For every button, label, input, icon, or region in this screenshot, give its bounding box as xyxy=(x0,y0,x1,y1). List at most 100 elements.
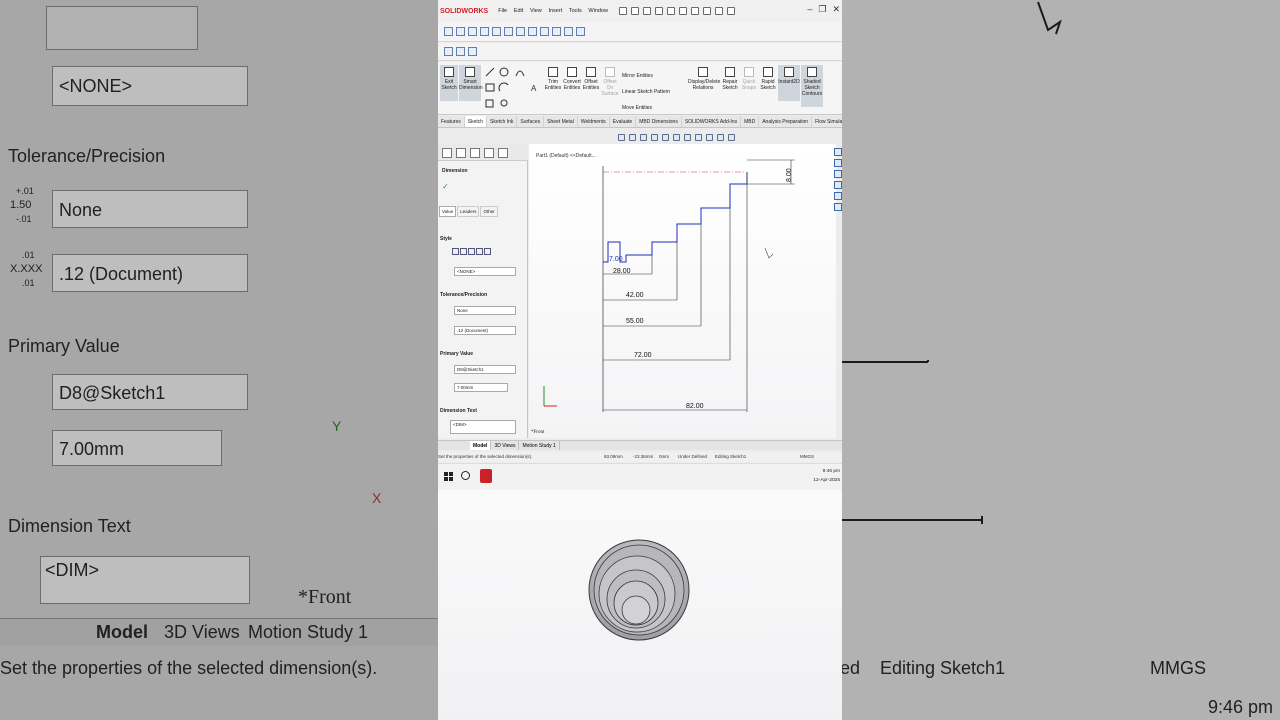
toolbar-icon[interactable] xyxy=(576,27,585,36)
view-settings-icon[interactable] xyxy=(717,134,724,141)
toolbar-icon[interactable] xyxy=(516,27,525,36)
offset-entities-button[interactable]: Offset Entities xyxy=(582,65,600,101)
shaded-contours-button[interactable]: Shaded Sketch Contours xyxy=(801,65,823,107)
help-icon[interactable] xyxy=(726,7,735,15)
tab-analysis[interactable]: Analysis Preparation xyxy=(759,116,813,127)
zoom-area-icon[interactable] xyxy=(629,134,636,141)
toolbar-icon[interactable] xyxy=(552,27,561,36)
menu-file[interactable]: File xyxy=(498,8,507,14)
display-tab-icon[interactable] xyxy=(498,148,508,158)
status-units[interactable]: MMGS xyxy=(800,454,814,459)
subtab-other[interactable]: Other xyxy=(480,206,498,217)
toolbar-icon[interactable] xyxy=(480,27,489,36)
tab-3d-views[interactable]: 3D Views xyxy=(491,441,520,450)
restore-button[interactable]: ❐ xyxy=(818,4,826,15)
menu-tools[interactable]: Tools xyxy=(569,8,582,14)
monitor-icon[interactable] xyxy=(728,134,735,141)
tab-weldments[interactable]: Weldments xyxy=(578,116,610,127)
primary-value-field[interactable]: 7.00mm xyxy=(454,383,508,392)
undo-icon[interactable] xyxy=(678,7,687,15)
move-entities-item[interactable]: Move Entities xyxy=(622,100,686,116)
display-style-icon[interactable] xyxy=(673,134,680,141)
search-icon[interactable] xyxy=(461,471,470,480)
save-icon[interactable] xyxy=(654,7,663,15)
tab-motion-study[interactable]: Motion Study 1 xyxy=(519,441,560,450)
style-select[interactable]: <NONE> xyxy=(454,267,516,276)
appearance-icon[interactable] xyxy=(695,134,702,141)
toolbar-icon[interactable] xyxy=(468,27,477,36)
tab-mbd-dimensions[interactable]: MBD Dimensions xyxy=(636,116,682,127)
new-icon[interactable] xyxy=(630,7,639,15)
view-palette-icon[interactable] xyxy=(834,181,842,189)
toolbar-icon[interactable] xyxy=(444,27,453,36)
feature-tree-tab-icon[interactable] xyxy=(442,148,452,158)
exit-sketch-button[interactable]: Exit Sketch xyxy=(440,65,458,101)
resources-icon[interactable] xyxy=(834,148,842,156)
linear-pattern-item[interactable]: Linear Sketch Pattern xyxy=(622,84,686,100)
options-icon[interactable] xyxy=(714,7,723,15)
tab-evaluate[interactable]: Evaluate xyxy=(610,116,637,127)
tab-sheet-metal[interactable]: Sheet Metal xyxy=(544,116,578,127)
dimxpert-tab-icon[interactable] xyxy=(484,148,494,158)
scene-icon[interactable] xyxy=(706,134,713,141)
tab-addins[interactable]: SOLIDWORKS Add-Ins xyxy=(682,116,742,127)
toolbar-icon[interactable] xyxy=(456,27,465,36)
rapid-sketch-button[interactable]: Rapid Sketch xyxy=(759,65,777,101)
rebuild-icon[interactable] xyxy=(702,7,711,15)
toolbar-icon[interactable] xyxy=(504,27,513,36)
menu-edit[interactable]: Edit xyxy=(514,8,523,14)
file-explorer-icon[interactable] xyxy=(834,170,842,178)
tab-flow[interactable]: Flow Simulation xyxy=(812,116,842,127)
toolbar-icon[interactable] xyxy=(528,27,537,36)
repair-sketch-button[interactable]: Repair Sketch xyxy=(721,65,739,101)
tab-surfaces[interactable]: Surfaces xyxy=(517,116,545,127)
section-view-icon[interactable] xyxy=(651,134,658,141)
tab-features[interactable]: Features xyxy=(438,116,465,127)
menu-window[interactable]: Window xyxy=(588,8,608,14)
view-orientation-icon[interactable] xyxy=(662,134,669,141)
style-icon[interactable] xyxy=(460,248,467,255)
hide-show-icon[interactable] xyxy=(684,134,691,141)
style-icon[interactable] xyxy=(476,248,483,255)
zoom-fit-icon[interactable] xyxy=(618,134,625,141)
custom-properties-icon[interactable] xyxy=(834,203,842,211)
style-icon[interactable] xyxy=(484,248,491,255)
trim-entities-button[interactable]: Trim Entities xyxy=(544,65,562,101)
print-icon[interactable] xyxy=(666,7,675,15)
close-button[interactable]: ✕ xyxy=(832,4,840,15)
primary-name-field[interactable]: D8@Sketch1 xyxy=(454,365,516,374)
style-icon[interactable] xyxy=(468,248,475,255)
toolbar-icon[interactable] xyxy=(492,27,501,36)
dimension-text-field[interactable]: <DIM> xyxy=(450,420,516,434)
tolerance-select[interactable]: None xyxy=(454,306,516,315)
toolbar-icon[interactable] xyxy=(444,47,453,56)
ok-check-icon[interactable]: ✓ xyxy=(442,182,449,191)
property-tab-icon[interactable] xyxy=(456,148,466,158)
convert-entities-button[interactable]: Convert Entities xyxy=(563,65,581,101)
instant2d-button[interactable]: Instant2D xyxy=(778,65,800,101)
subtab-leaders[interactable]: Leaders xyxy=(457,206,480,217)
config-tab-icon[interactable] xyxy=(470,148,480,158)
mirror-entities-item[interactable]: Mirror Entities xyxy=(622,68,686,84)
toolbar-icon[interactable] xyxy=(456,47,465,56)
previous-view-icon[interactable] xyxy=(640,134,647,141)
toolbar-icon[interactable] xyxy=(540,27,549,36)
toolbar-icon[interactable] xyxy=(468,47,477,56)
toolbar-icon[interactable] xyxy=(564,27,573,36)
precision-select[interactable]: .12 (Document) xyxy=(454,326,516,335)
home-icon[interactable] xyxy=(618,7,627,15)
display-delete-relations-button[interactable]: Display/Delete Relations xyxy=(688,65,720,101)
open-icon[interactable] xyxy=(642,7,651,15)
style-icon[interactable] xyxy=(452,248,459,255)
appearances-icon[interactable] xyxy=(834,192,842,200)
offset-on-surface-button[interactable]: Offset On Surface xyxy=(601,65,619,107)
menu-view[interactable]: View xyxy=(530,8,542,14)
tab-mbd[interactable]: MBD xyxy=(741,116,760,127)
subtab-value[interactable]: Value xyxy=(439,206,457,217)
tab-model[interactable]: Model xyxy=(470,441,492,450)
windows-start-icon[interactable] xyxy=(444,472,453,481)
minimize-button[interactable]: – xyxy=(807,4,812,15)
tab-sketch[interactable]: Sketch xyxy=(464,116,488,127)
smart-dimension-button[interactable]: Smart Dimension xyxy=(459,65,483,101)
tab-sketch-ink[interactable]: Sketch Ink xyxy=(487,116,518,127)
